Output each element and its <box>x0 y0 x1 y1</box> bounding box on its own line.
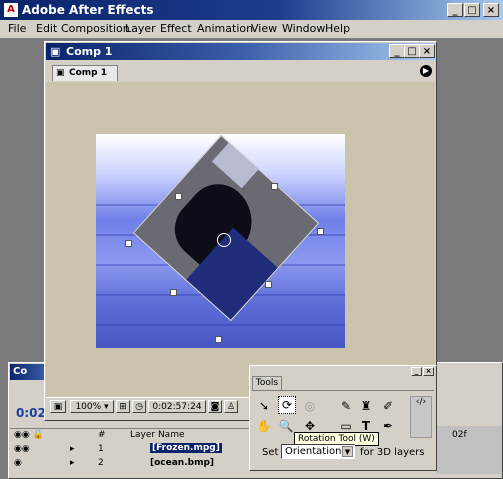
pen-tool-icon[interactable]: ✒ <box>380 418 396 434</box>
layer-handle[interactable] <box>175 193 182 200</box>
show-snapshot-icon[interactable]: ♙ <box>224 400 238 413</box>
camera-icon[interactable]: ◙ <box>208 400 222 413</box>
column-number: # <box>98 430 106 440</box>
app-title: Adobe After Effects <box>22 3 154 17</box>
comp-icon: ▣ <box>56 68 65 78</box>
menu-edit[interactable]: Edit <box>36 22 57 35</box>
timeline-timecode[interactable]: 0:02 <box>16 406 46 420</box>
layer-handle[interactable] <box>125 240 132 247</box>
menu-file[interactable]: File <box>8 22 26 35</box>
layer-handle[interactable] <box>271 183 278 190</box>
time-ruler-label: 02f <box>452 430 467 440</box>
tools-close-button[interactable]: × <box>423 367 434 376</box>
set-label: Set <box>262 447 279 458</box>
current-time-display[interactable]: 0:02:57:24 <box>148 400 206 413</box>
orientation-select[interactable]: Orientation ▼ <box>281 444 355 459</box>
av-switches-icon: ◉◉ 🔒 <box>14 430 44 440</box>
comp-window-title: Comp 1 <box>66 45 113 58</box>
zoom-select[interactable]: 100% ▾ <box>70 400 114 413</box>
comp-tab-bar: ▣ Comp 1 ▶ <box>46 62 435 83</box>
tools-tab[interactable]: Tools <box>252 376 282 390</box>
panel-menu-icon[interactable]: ▶ <box>420 65 432 77</box>
menu-composition[interactable]: Composition <box>61 22 130 35</box>
layer-row[interactable]: ◉◉ ▸ 1 [Frozen.mpg] <box>10 443 250 456</box>
layer-handle[interactable] <box>170 289 177 296</box>
layer-handle[interactable] <box>215 336 222 343</box>
menu-layer[interactable]: Layer <box>125 22 156 35</box>
menu-help[interactable]: Help <box>325 22 350 35</box>
selection-tool-icon[interactable]: ➘ <box>256 398 272 414</box>
eraser-icon[interactable]: ✐ <box>380 398 396 414</box>
after-effects-logo-icon: A <box>4 3 18 17</box>
snapshot-icon[interactable]: ◷ <box>132 400 146 413</box>
visibility-icon[interactable]: ◉ <box>14 458 22 468</box>
hand-tool-icon[interactable]: ✋ <box>256 418 272 434</box>
menu-bar: File Edit Composition Layer Effect Anima… <box>0 20 503 39</box>
column-layer-name[interactable]: Layer Name <box>130 430 185 440</box>
comp-close-button[interactable]: × <box>419 44 435 58</box>
expand-triangle-icon[interactable]: ▸ <box>70 458 75 468</box>
clone-stamp-icon[interactable]: ♜ <box>358 398 374 414</box>
zoom-tool-icon[interactable]: 🔍 <box>278 418 294 434</box>
layer-number: 1 <box>98 444 104 454</box>
safe-zones-icon[interactable]: ▣ <box>50 400 66 413</box>
rotation-tool-icon[interactable]: ⟳ <box>278 396 296 414</box>
timeline-title[interactable]: Co <box>10 364 46 380</box>
grid-icon[interactable]: ⊞ <box>116 400 130 413</box>
layer-name[interactable]: [Frozen.mpg] <box>150 443 222 453</box>
app-titlebar: A Adobe After Effects _ □ × <box>0 0 503 20</box>
layer-number: 2 <box>98 458 104 468</box>
anchor-point-icon[interactable] <box>217 233 231 247</box>
divider <box>252 390 434 391</box>
comp-minimize-button[interactable]: _ <box>389 44 405 58</box>
maximize-button[interactable]: □ <box>464 3 480 17</box>
tab-comp-1[interactable]: ▣ Comp 1 <box>52 65 118 81</box>
menu-animation[interactable]: Animation <box>197 22 253 35</box>
timeline-track-area[interactable]: 02f <box>436 426 502 474</box>
layer-handle[interactable] <box>317 228 324 235</box>
tool-options-icon[interactable]: ‹/› <box>410 396 432 438</box>
timeline-header: ◉◉ 🔒 # Layer Name <box>10 428 250 443</box>
tools-minimize-button[interactable]: _ <box>411 367 422 376</box>
visibility-icon[interactable]: ◉◉ <box>14 444 30 454</box>
comp-window-titlebar[interactable]: ▣ Comp 1 _ □ × <box>46 43 435 60</box>
menu-view[interactable]: View <box>251 22 277 35</box>
layer-row[interactable]: ◉ ▸ 2 [ocean.bmp] <box>10 457 250 470</box>
menu-effect[interactable]: Effect <box>160 22 192 35</box>
brush-tool-icon[interactable]: ✎ <box>338 398 354 414</box>
comp-maximize-button[interactable]: □ <box>404 44 420 58</box>
layer-name[interactable]: [ocean.bmp] <box>150 458 214 468</box>
close-button[interactable]: × <box>483 3 499 17</box>
expand-triangle-icon[interactable]: ▸ <box>70 444 75 454</box>
minimize-button[interactable]: _ <box>447 3 463 17</box>
orbit-camera-icon[interactable]: ◎ <box>302 398 318 414</box>
layer-handle[interactable] <box>265 281 272 288</box>
menu-window[interactable]: Window <box>282 22 325 35</box>
for-3d-layers-label: for 3D layers <box>360 447 425 458</box>
comp-icon: ▣ <box>50 45 61 58</box>
chevron-down-icon[interactable]: ▼ <box>342 446 353 457</box>
